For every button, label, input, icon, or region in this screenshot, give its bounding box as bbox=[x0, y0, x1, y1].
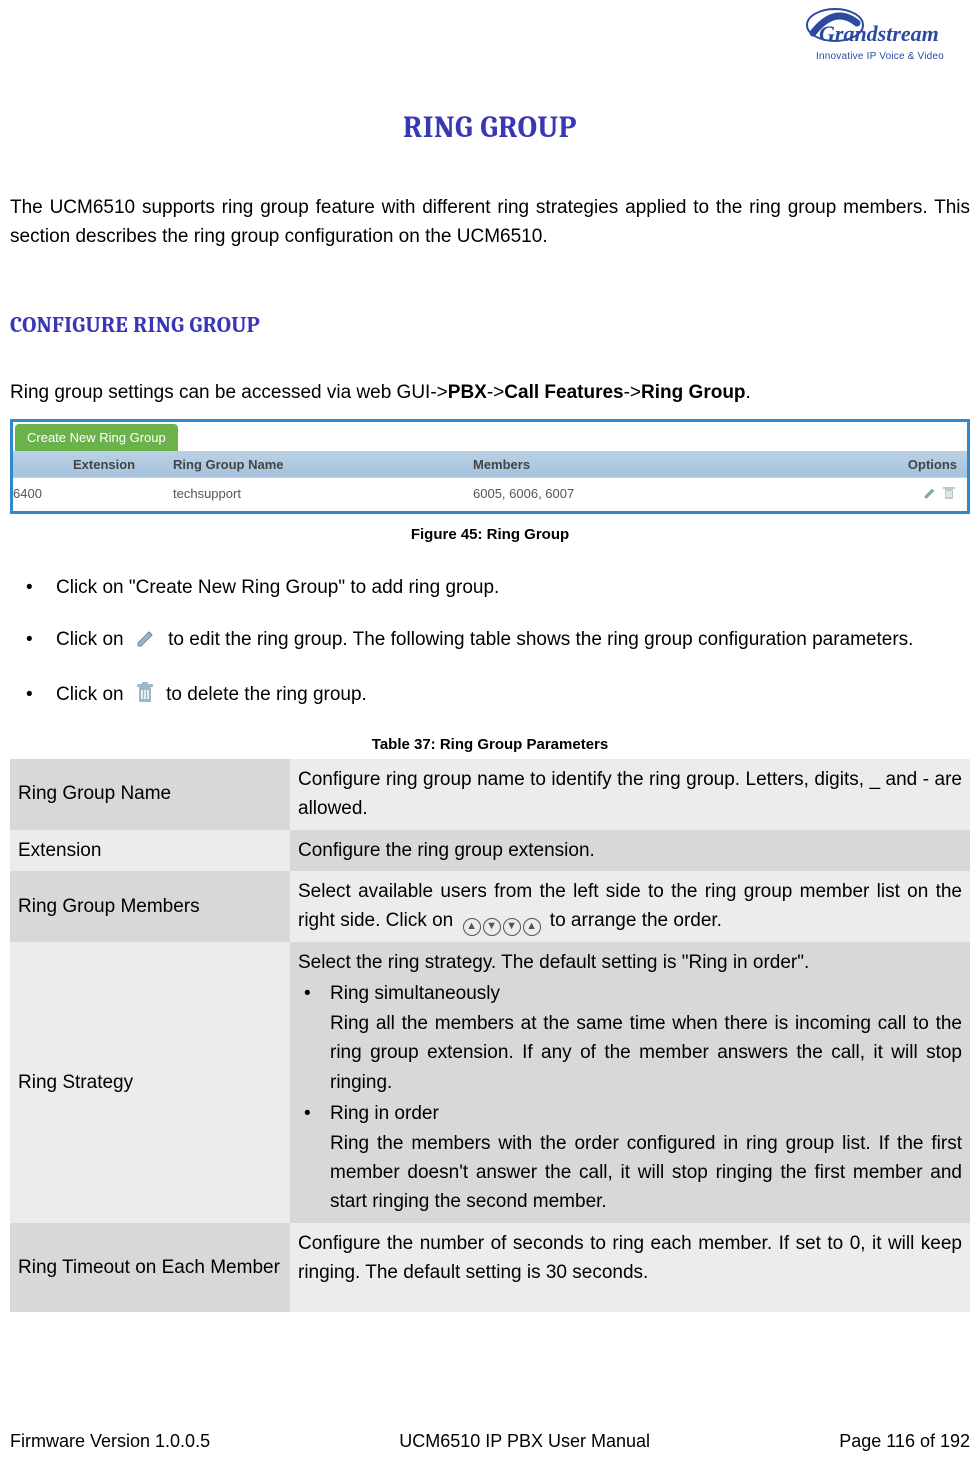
cell-members: 6005, 6006, 6007 bbox=[473, 482, 823, 507]
screenshot-header-row: Extension Ring Group Name Members Option… bbox=[13, 451, 967, 478]
page-footer: Firmware Version 1.0.0.5 UCM6510 IP PBX … bbox=[10, 1431, 970, 1452]
param-desc: Configure the ring group extension. bbox=[290, 830, 970, 871]
param-desc: Select available users from the left sid… bbox=[290, 871, 970, 942]
param-name: Ring Timeout on Each Member bbox=[10, 1223, 290, 1312]
param-name: Ring Strategy bbox=[10, 942, 290, 1223]
table-row: Ring Strategy Select the ring strategy. … bbox=[10, 942, 970, 1223]
instruction-list: Click on "Create New Ring Group" to add … bbox=[10, 573, 970, 713]
config-post: . bbox=[746, 382, 751, 403]
cell-extension: 6400 bbox=[13, 482, 173, 507]
bullet-text: Click on "Create New Ring Group" to add … bbox=[56, 577, 499, 598]
footer-firmware: Firmware Version 1.0.0.5 bbox=[10, 1431, 210, 1452]
section-heading: CONFIGURE RING GROUP bbox=[10, 312, 970, 338]
strategy-body: Ring the members with the order configur… bbox=[330, 1129, 962, 1217]
param-desc: Configure the number of seconds to ring … bbox=[290, 1223, 970, 1312]
strategy-list: Ring simultaneously Ring all the members… bbox=[298, 979, 962, 1217]
bullet-pre: Click on bbox=[56, 684, 129, 705]
list-item: Ring in order Ring the members with the … bbox=[298, 1099, 962, 1217]
config-sep2: -> bbox=[624, 382, 641, 403]
list-item: Click on to delete the ring group. bbox=[26, 680, 970, 713]
move-bottom-icon: ▲ bbox=[523, 918, 541, 936]
param-name: Ring Group Name bbox=[10, 759, 290, 830]
config-b3: Ring Group bbox=[641, 382, 745, 403]
config-b2: Call Features bbox=[504, 382, 623, 403]
config-sep1: -> bbox=[487, 382, 504, 403]
edit-icon bbox=[923, 486, 937, 500]
param-name: Extension bbox=[10, 830, 290, 871]
strategy-intro: Select the ring strategy. The default se… bbox=[298, 948, 962, 977]
brand-logo: Grandstream Innovative IP Voice & Video bbox=[790, 5, 970, 62]
move-top-icon: ▲ bbox=[463, 918, 481, 936]
desc-post: to arrange the order. bbox=[550, 910, 722, 931]
table-row: Extension Configure the ring group exten… bbox=[10, 830, 970, 871]
table-caption: Table 37: Ring Group Parameters bbox=[10, 736, 970, 753]
cell-name: techsupport bbox=[173, 482, 473, 507]
strategy-body: Ring all the members at the same time wh… bbox=[330, 1009, 962, 1097]
table-row: Ring Group Name Configure ring group nam… bbox=[10, 759, 970, 830]
trash-delete-icon bbox=[135, 682, 155, 713]
col-members: Members bbox=[473, 452, 823, 477]
cell-options bbox=[823, 482, 967, 507]
config-b1: PBX bbox=[448, 382, 487, 403]
list-item: Click on to edit the ring group. The fol… bbox=[26, 625, 970, 658]
grandstream-logo-svg: Grandstream bbox=[795, 5, 965, 53]
move-down-icon: ▼ bbox=[503, 918, 521, 936]
table-row: Ring Group Members Select available user… bbox=[10, 871, 970, 942]
move-up-icon: ▼ bbox=[483, 918, 501, 936]
page-title: RING GROUP bbox=[10, 110, 970, 145]
bullet-post: to delete the ring group. bbox=[166, 684, 367, 705]
delete-icon bbox=[943, 486, 955, 500]
bullet-post: to edit the ring group. The following ta… bbox=[168, 629, 913, 650]
config-pre: Ring group settings can be accessed via … bbox=[10, 382, 448, 403]
svg-text:Grandstream: Grandstream bbox=[819, 21, 939, 46]
create-ring-group-button-image: Create New Ring Group bbox=[15, 424, 178, 451]
strategy-title: Ring in order bbox=[330, 1103, 439, 1124]
list-item: Ring simultaneously Ring all the members… bbox=[298, 979, 962, 1097]
arrange-order-icons: ▲ ▼ ▼ ▲ bbox=[463, 918, 541, 936]
pencil-edit-icon bbox=[135, 627, 157, 658]
param-desc: Select the ring strategy. The default se… bbox=[290, 942, 970, 1223]
figure-caption: Figure 45: Ring Group bbox=[10, 526, 970, 543]
strategy-title: Ring simultaneously bbox=[330, 983, 500, 1004]
bullet-pre: Click on bbox=[56, 629, 129, 650]
config-path-line: Ring group settings can be accessed via … bbox=[10, 378, 970, 407]
screenshot-data-row: 6400 techsupport 6005, 6006, 6007 bbox=[13, 478, 967, 511]
param-desc: Configure ring group name to identify th… bbox=[290, 759, 970, 830]
table-row: Ring Timeout on Each Member Configure th… bbox=[10, 1223, 970, 1312]
col-ring-group-name: Ring Group Name bbox=[173, 452, 473, 477]
logo-tagline: Innovative IP Voice & Video bbox=[790, 51, 970, 62]
param-name: Ring Group Members bbox=[10, 871, 290, 942]
intro-paragraph: The UCM6510 supports ring group feature … bbox=[10, 193, 970, 252]
ring-group-screenshot: Create New Ring Group Extension Ring Gro… bbox=[10, 419, 970, 514]
col-extension: Extension bbox=[13, 452, 173, 477]
footer-manual: UCM6510 IP PBX User Manual bbox=[399, 1431, 650, 1452]
page-content: RING GROUP The UCM6510 supports ring gro… bbox=[0, 10, 980, 1312]
list-item: Click on "Create New Ring Group" to add … bbox=[26, 573, 970, 602]
col-options: Options bbox=[823, 452, 967, 477]
parameters-table: Ring Group Name Configure ring group nam… bbox=[10, 759, 970, 1312]
footer-page: Page 116 of 192 bbox=[839, 1431, 970, 1452]
